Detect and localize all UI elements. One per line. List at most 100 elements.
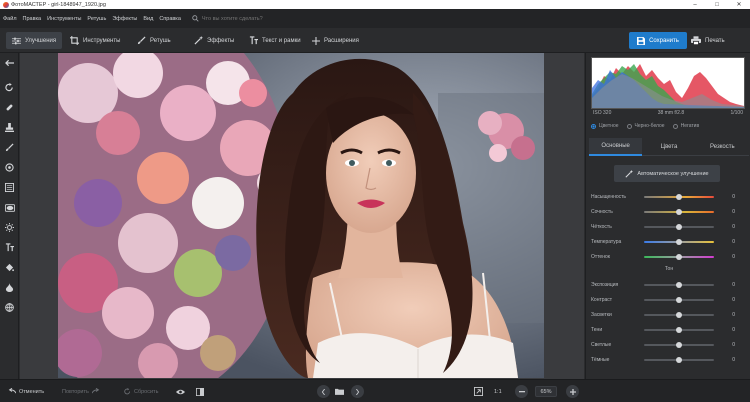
- text-tool[interactable]: [3, 241, 16, 254]
- menu-retouch[interactable]: Ретушь: [84, 16, 109, 22]
- slider-track[interactable]: [644, 296, 714, 303]
- tab-effects[interactable]: Эффекты: [188, 32, 240, 49]
- slider-highlights[interactable]: Засветки 0: [591, 310, 747, 319]
- slider-knob[interactable]: [676, 281, 682, 288]
- zoom-in-button[interactable]: [566, 385, 579, 398]
- photo-portrait[interactable]: [58, 53, 544, 378]
- globe-tool[interactable]: [3, 301, 16, 314]
- print-button[interactable]: Печать: [691, 32, 725, 49]
- tab-sharpness[interactable]: Резкость: [695, 138, 749, 156]
- menu-view[interactable]: Вид: [140, 16, 156, 22]
- canvas-area[interactable]: [20, 53, 584, 379]
- histogram-graph: [592, 64, 744, 108]
- slider-track[interactable]: [644, 253, 714, 260]
- slider-track[interactable]: [644, 341, 714, 348]
- slider-track[interactable]: [644, 223, 714, 230]
- search-box[interactable]: [192, 15, 292, 22]
- menu-effects[interactable]: Эффекты: [109, 16, 140, 22]
- slider-exposure[interactable]: Экспозиция 0: [591, 280, 747, 289]
- open-folder-button[interactable]: [335, 385, 344, 398]
- slider-knob[interactable]: [676, 253, 682, 260]
- tab-enhancements[interactable]: Улучшения: [6, 32, 63, 49]
- slider-track[interactable]: [644, 208, 714, 215]
- minimize-button[interactable]: –: [684, 0, 706, 9]
- tab-colors[interactable]: Цвета: [642, 138, 696, 156]
- menu-file[interactable]: Файл: [0, 16, 20, 22]
- stamp-tool[interactable]: [3, 121, 16, 134]
- slider-track[interactable]: [644, 281, 714, 288]
- left-tool-strip: [0, 53, 19, 379]
- fit-screen-button[interactable]: [474, 385, 483, 398]
- slider-knob[interactable]: [676, 193, 682, 200]
- slider-knob[interactable]: [676, 326, 682, 333]
- close-button[interactable]: ✕: [728, 0, 750, 9]
- slider-track[interactable]: [644, 326, 714, 333]
- brush-icon: [137, 36, 146, 45]
- color-tool[interactable]: [3, 281, 16, 294]
- slider-shadows[interactable]: Тени 0: [591, 325, 747, 334]
- slider-track[interactable]: [644, 193, 714, 200]
- slider-vibrance[interactable]: Сочность 0: [591, 207, 747, 216]
- search-input[interactable]: [201, 15, 292, 22]
- preview-button[interactable]: [176, 385, 185, 398]
- prev-image-button[interactable]: [317, 385, 330, 398]
- tab-retouch[interactable]: Ретушь: [131, 32, 177, 49]
- undo-button[interactable]: Отменить: [8, 385, 44, 398]
- slider-saturation[interactable]: Насыщенность 0: [591, 192, 747, 201]
- reset-button[interactable]: Сбросить: [124, 385, 158, 398]
- slider-track[interactable]: [644, 238, 714, 245]
- slider-knob[interactable]: [676, 223, 682, 230]
- tab-enhancements-label: Улучшения: [25, 37, 57, 44]
- radial-filter-tool[interactable]: [3, 161, 16, 174]
- next-image-button[interactable]: [351, 385, 364, 398]
- zoom-level[interactable]: 65%: [535, 385, 557, 398]
- chevron-left-icon: [317, 385, 330, 398]
- slider-knob[interactable]: [676, 311, 682, 318]
- slider-clarity[interactable]: Чёткость 0: [591, 222, 747, 231]
- slider-contrast[interactable]: Контраст 0: [591, 295, 747, 304]
- rotate-tool[interactable]: [3, 81, 16, 94]
- redo-button[interactable]: Повторить: [62, 385, 100, 398]
- back-arrow-button[interactable]: [3, 56, 16, 69]
- mode-color-radio[interactable]: Цветное: [591, 123, 619, 129]
- tab-basic[interactable]: Основные: [589, 138, 643, 156]
- compare-button[interactable]: [196, 385, 204, 398]
- light-tool[interactable]: [3, 221, 16, 234]
- slider-label: Тени: [591, 326, 603, 333]
- slider-label: Экспозиция: [591, 281, 619, 288]
- menu-edit[interactable]: Правка: [20, 16, 45, 22]
- tab-extensions[interactable]: Расширения: [306, 32, 365, 49]
- mode-negative-radio[interactable]: Негатив: [672, 123, 699, 129]
- slider-knob[interactable]: [676, 356, 682, 363]
- plus-icon: [566, 385, 579, 398]
- actual-size-button[interactable]: 1:1: [494, 385, 502, 398]
- menu-help[interactable]: Справка: [156, 16, 184, 22]
- tab-text-frames[interactable]: Текст и рамки: [243, 32, 307, 49]
- tab-tools[interactable]: Инструменты: [64, 32, 126, 49]
- slider-track[interactable]: [644, 311, 714, 318]
- zoom-value[interactable]: 65%: [535, 386, 557, 397]
- vignette-tool[interactable]: [3, 201, 16, 214]
- maximize-button[interactable]: □: [706, 0, 728, 9]
- save-button[interactable]: Сохранить: [629, 32, 687, 49]
- auto-enhance-button[interactable]: Автоматическое улучшение: [614, 165, 720, 182]
- slider-tint[interactable]: Оттенок 0: [591, 252, 747, 261]
- slider-knob[interactable]: [676, 341, 682, 348]
- slider-blacks[interactable]: Тёмные 0: [591, 355, 747, 364]
- slider-track[interactable]: [644, 356, 714, 363]
- mode-bw-radio[interactable]: Черно-белое: [626, 123, 665, 129]
- slider-knob[interactable]: [676, 208, 682, 215]
- brush-tool[interactable]: [3, 141, 16, 154]
- heal-tool[interactable]: [3, 101, 16, 114]
- slider-temperature[interactable]: Температура 0: [591, 237, 747, 246]
- zoom-out-button[interactable]: [515, 385, 528, 398]
- slider-value: 0: [732, 193, 735, 200]
- adjustments-panel: ISO 320 38 mm f/2.8 1/100 Цветное Черно-…: [585, 53, 750, 379]
- fill-tool[interactable]: [3, 261, 16, 274]
- exif-iso: ISO 320: [593, 110, 612, 116]
- slider-whites[interactable]: Светлые 0: [591, 340, 747, 349]
- gradient-filter-tool[interactable]: [3, 181, 16, 194]
- slider-knob[interactable]: [676, 296, 682, 303]
- menu-tools[interactable]: Инструменты: [44, 16, 84, 22]
- slider-knob[interactable]: [676, 238, 682, 245]
